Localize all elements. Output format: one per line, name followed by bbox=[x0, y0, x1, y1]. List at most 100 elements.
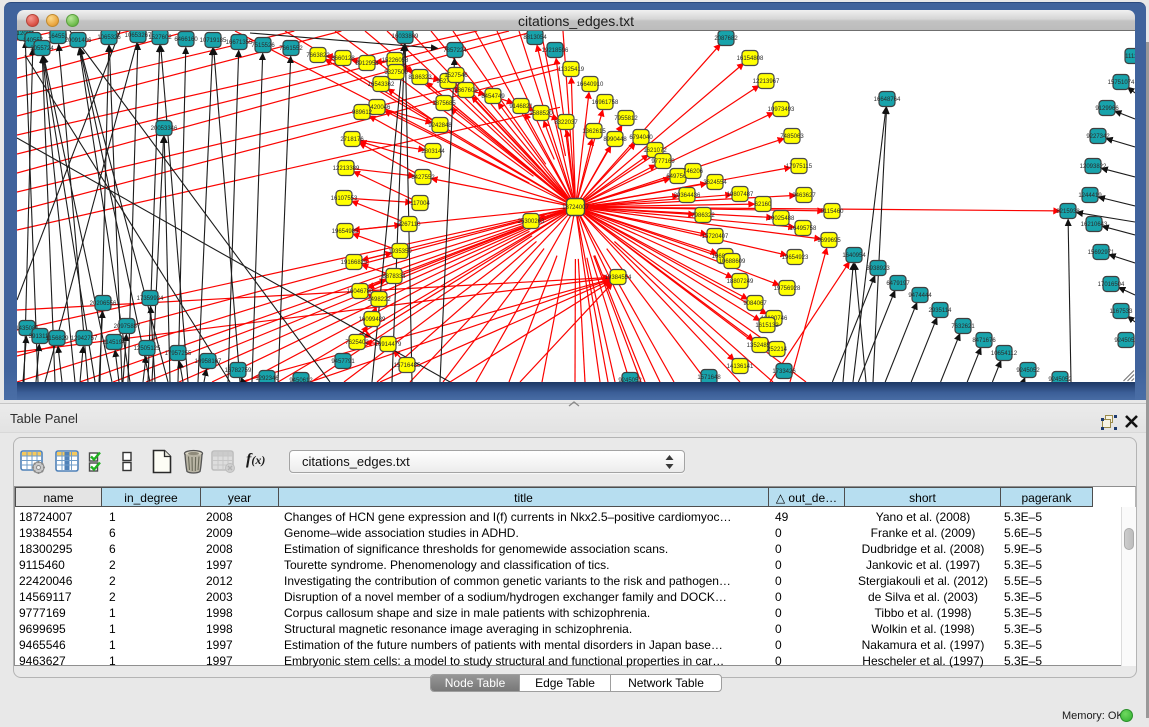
svg-text:989612: 989612 bbox=[352, 110, 373, 116]
svg-text:2718176: 2718176 bbox=[340, 137, 364, 143]
svg-text:7632621: 7632621 bbox=[951, 324, 975, 330]
svg-text:15751074: 15751074 bbox=[1108, 80, 1135, 86]
svg-text:19654985: 19654985 bbox=[332, 229, 359, 235]
svg-text:1527602: 1527602 bbox=[148, 35, 172, 41]
svg-text:16210643: 16210643 bbox=[1081, 222, 1108, 228]
svg-text:1935359: 1935359 bbox=[388, 249, 412, 255]
svg-text:9227342: 9227342 bbox=[1086, 134, 1110, 140]
svg-text:7986322: 7986322 bbox=[691, 213, 715, 219]
svg-text:9129966: 9129966 bbox=[1095, 106, 1119, 112]
svg-text:1156829: 1156829 bbox=[46, 336, 70, 342]
svg-text:10025488: 10025488 bbox=[768, 216, 795, 222]
svg-text:16099489: 16099489 bbox=[359, 317, 386, 323]
svg-text:11325419: 11325419 bbox=[558, 67, 585, 73]
svg-text:2935114: 2935114 bbox=[929, 308, 953, 314]
svg-text:1527546: 1527546 bbox=[444, 73, 468, 79]
svg-text:9457791: 9457791 bbox=[331, 359, 355, 365]
svg-text:746206: 746206 bbox=[683, 169, 704, 175]
svg-text:10807487: 10807487 bbox=[727, 192, 754, 198]
svg-text:6479197: 6479197 bbox=[886, 281, 910, 287]
svg-text:8322037: 8322037 bbox=[554, 120, 578, 126]
svg-text:3875685: 3875685 bbox=[432, 101, 456, 107]
svg-text:9474444: 9474444 bbox=[908, 293, 932, 299]
svg-text:16914479: 16914479 bbox=[375, 342, 402, 348]
svg-text:12093822: 12093822 bbox=[1080, 164, 1107, 170]
svg-text:7661552: 7661552 bbox=[279, 46, 303, 52]
svg-text:9463627: 9463627 bbox=[792, 193, 816, 199]
svg-text:9699695: 9699695 bbox=[817, 238, 841, 244]
svg-text:2867608: 2867608 bbox=[454, 88, 478, 94]
svg-text:1588520: 1588520 bbox=[529, 111, 553, 117]
svg-text:8912954: 8912954 bbox=[355, 61, 379, 67]
svg-text:252214: 252214 bbox=[767, 347, 788, 353]
svg-text:8267110: 8267110 bbox=[398, 222, 422, 228]
svg-text:1640954: 1640954 bbox=[842, 253, 866, 259]
svg-text:8186323: 8186323 bbox=[408, 75, 432, 81]
svg-text:8878334: 8878334 bbox=[382, 274, 406, 280]
svg-text:19218596: 19218596 bbox=[542, 48, 569, 54]
svg-text:17975115: 17975115 bbox=[786, 164, 813, 170]
svg-text:10719185: 10719185 bbox=[200, 38, 227, 44]
svg-text:19654923: 19654923 bbox=[782, 255, 809, 261]
svg-text:11123: 11123 bbox=[1125, 54, 1135, 60]
svg-text:16640910: 16640910 bbox=[577, 82, 604, 88]
svg-text:16046788: 16046788 bbox=[347, 289, 374, 295]
svg-text:10688609: 10688609 bbox=[719, 259, 746, 265]
svg-text:15716485: 15716485 bbox=[394, 363, 421, 369]
svg-text:12942757: 12942757 bbox=[71, 336, 98, 342]
svg-text:1498222: 1498222 bbox=[367, 297, 391, 303]
svg-text:25300263: 25300263 bbox=[518, 219, 545, 225]
svg-text:12505125: 12505125 bbox=[134, 346, 161, 352]
svg-text:1065326: 1065326 bbox=[97, 35, 121, 41]
svg-text:3624554: 3624554 bbox=[703, 180, 727, 186]
svg-text:12213967: 12213967 bbox=[753, 79, 780, 85]
svg-text:8813054: 8813054 bbox=[523, 35, 547, 41]
svg-text:7663822: 7663822 bbox=[306, 53, 330, 59]
svg-text:15692971: 15692971 bbox=[1088, 250, 1115, 256]
svg-text:18724007: 18724007 bbox=[562, 205, 589, 211]
svg-text:9245052: 9245052 bbox=[1114, 338, 1135, 344]
svg-text:8660128: 8660128 bbox=[331, 56, 355, 62]
svg-text:2055724: 2055724 bbox=[30, 46, 54, 52]
svg-text:10958107: 10958107 bbox=[195, 359, 222, 365]
svg-text:16107553: 16107553 bbox=[331, 196, 358, 202]
svg-text:15226058: 15226058 bbox=[382, 58, 409, 64]
svg-text:117004: 117004 bbox=[410, 201, 430, 207]
svg-text:16495758: 16495758 bbox=[790, 226, 817, 232]
svg-text:6466160: 6466160 bbox=[174, 37, 198, 43]
svg-text:9327500: 9327500 bbox=[384, 70, 408, 76]
svg-text:1733426: 1733426 bbox=[772, 369, 796, 375]
svg-text:9084067: 9084067 bbox=[743, 301, 767, 307]
svg-text:2803144: 2803144 bbox=[421, 149, 445, 155]
svg-text:7625402: 7625402 bbox=[345, 340, 369, 346]
svg-text:16033809: 16033809 bbox=[392, 34, 419, 40]
svg-text:9777169: 9777169 bbox=[651, 159, 675, 165]
svg-text:17016504: 17016504 bbox=[1098, 282, 1125, 288]
svg-text:8427552: 8427552 bbox=[411, 175, 435, 181]
svg-text:16961758: 16961758 bbox=[592, 100, 619, 106]
svg-text:17359924: 17359924 bbox=[137, 296, 164, 302]
svg-text:7857224: 7857224 bbox=[443, 48, 467, 54]
svg-text:16671355: 16671355 bbox=[226, 40, 253, 46]
svg-text:8454749: 8454749 bbox=[481, 94, 505, 100]
svg-text:9115460: 9115460 bbox=[821, 209, 845, 215]
svg-text:1145194: 1145194 bbox=[103, 340, 127, 346]
svg-text:9245052: 9245052 bbox=[1016, 368, 1040, 374]
svg-text:8215938: 8215938 bbox=[1056, 209, 1080, 215]
svg-text:20975887: 20975887 bbox=[114, 324, 141, 330]
svg-text:1362615: 1362615 bbox=[582, 129, 606, 135]
svg-text:12213389: 12213389 bbox=[333, 166, 360, 172]
svg-text:16782759: 16782759 bbox=[225, 368, 252, 374]
svg-text:18807249: 18807249 bbox=[727, 279, 754, 285]
svg-text:10654112: 10654112 bbox=[991, 351, 1018, 357]
svg-text:20091406: 20091406 bbox=[65, 38, 92, 44]
svg-text:19756928: 19756928 bbox=[774, 286, 801, 292]
svg-text:14136141: 14136141 bbox=[727, 364, 754, 370]
svg-text:19384554: 19384554 bbox=[605, 275, 632, 281]
svg-text:8990448: 8990448 bbox=[603, 137, 627, 143]
svg-text:1571648: 1571648 bbox=[697, 375, 721, 381]
svg-text:16543362: 16543362 bbox=[368, 82, 395, 88]
svg-text:20053346: 20053346 bbox=[151, 126, 178, 132]
svg-text:8938923: 8938923 bbox=[866, 266, 890, 272]
svg-text:7955812: 7955812 bbox=[614, 116, 638, 122]
